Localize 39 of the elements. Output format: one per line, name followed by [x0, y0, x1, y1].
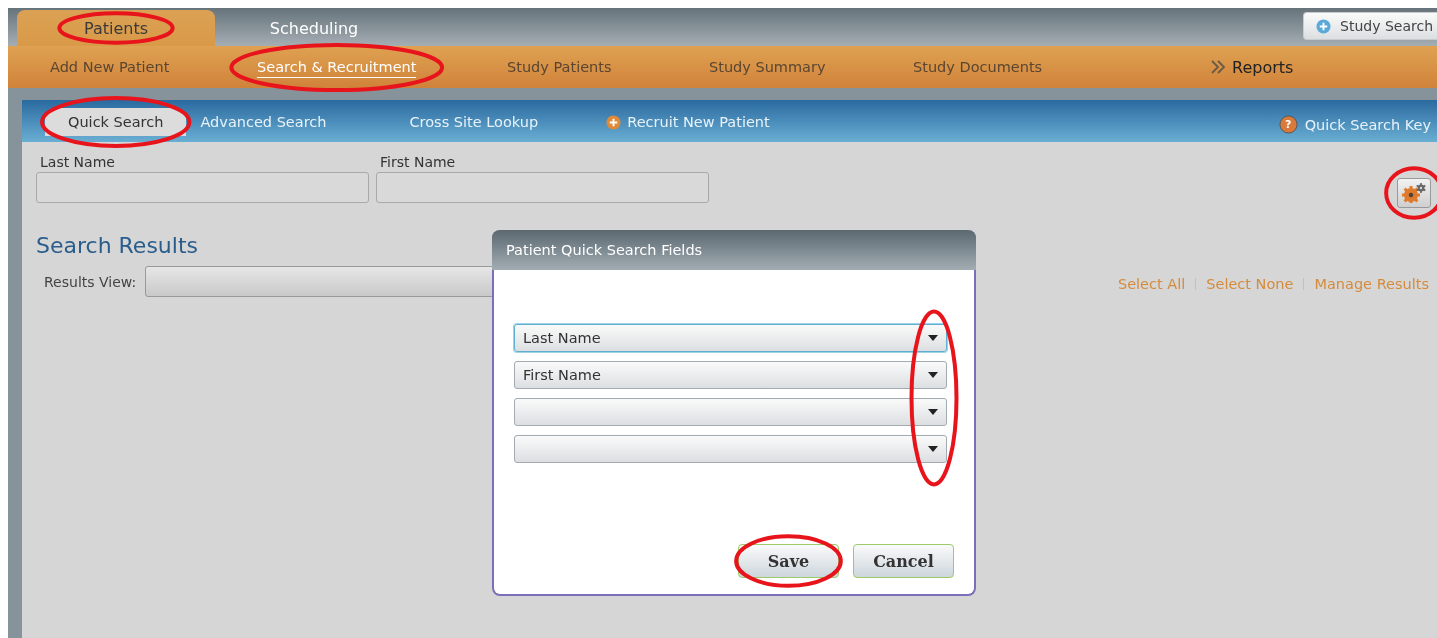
- dialog-button[interactable]: Cancel: [853, 544, 954, 578]
- field-select[interactable]: First Name: [514, 361, 947, 389]
- help-icon-mark: ?: [1283, 118, 1293, 131]
- search-results-heading: Search Results: [36, 233, 198, 258]
- recruit-link[interactable]: Recruit New Patient: [606, 108, 770, 136]
- name-input[interactable]: [36, 172, 369, 203]
- plus-icon: [606, 114, 622, 130]
- nav-link[interactable]: Study Summary: [709, 57, 826, 77]
- field-select[interactable]: [514, 398, 947, 426]
- help-icon: [1278, 115, 1298, 134]
- top-tab[interactable]: Scheduling: [215, 10, 413, 46]
- selection-link[interactable]: Select None: [1206, 276, 1294, 292]
- nav-link[interactable]: Study Patients: [507, 57, 612, 77]
- search-tab[interactable]: Advanced Search: [200, 108, 327, 136]
- selection-link[interactable]: Manage Results: [1314, 276, 1429, 292]
- field-select[interactable]: [514, 435, 947, 463]
- field-label: First Name: [379, 154, 457, 170]
- double-chevron-icon: [1210, 60, 1226, 74]
- study-search-button[interactable]: Study Search: [1303, 12, 1437, 40]
- search-tab[interactable]: Cross Site Lookup: [409, 108, 539, 136]
- caret-icon: [928, 409, 938, 415]
- field-select[interactable]: Last Name: [514, 324, 947, 352]
- caret-icon: [928, 372, 938, 378]
- caret-icon: [928, 446, 938, 452]
- selection-link[interactable]: Select All: [1117, 276, 1186, 292]
- quick-search-key-link[interactable]: ? Quick Search Key: [1278, 115, 1431, 134]
- nav-link[interactable]: Add New Patient: [50, 57, 170, 77]
- results-view-label: Results View:: [44, 273, 137, 290]
- field-label: Last Name: [39, 154, 116, 170]
- settings-button[interactable]: [1397, 178, 1431, 208]
- name-input[interactable]: [376, 172, 709, 203]
- search-tab[interactable]: Quick Search: [45, 108, 187, 136]
- dialog-title: Patient Quick Search Fields: [492, 230, 976, 270]
- dialog-button[interactable]: Save: [738, 544, 839, 578]
- nav-link[interactable]: Reports: [1210, 55, 1294, 79]
- nav-link[interactable]: Study Documents: [913, 57, 1043, 77]
- gears-icon: [1401, 183, 1427, 203]
- caret-icon: [928, 335, 938, 341]
- plus-icon: [1316, 18, 1332, 34]
